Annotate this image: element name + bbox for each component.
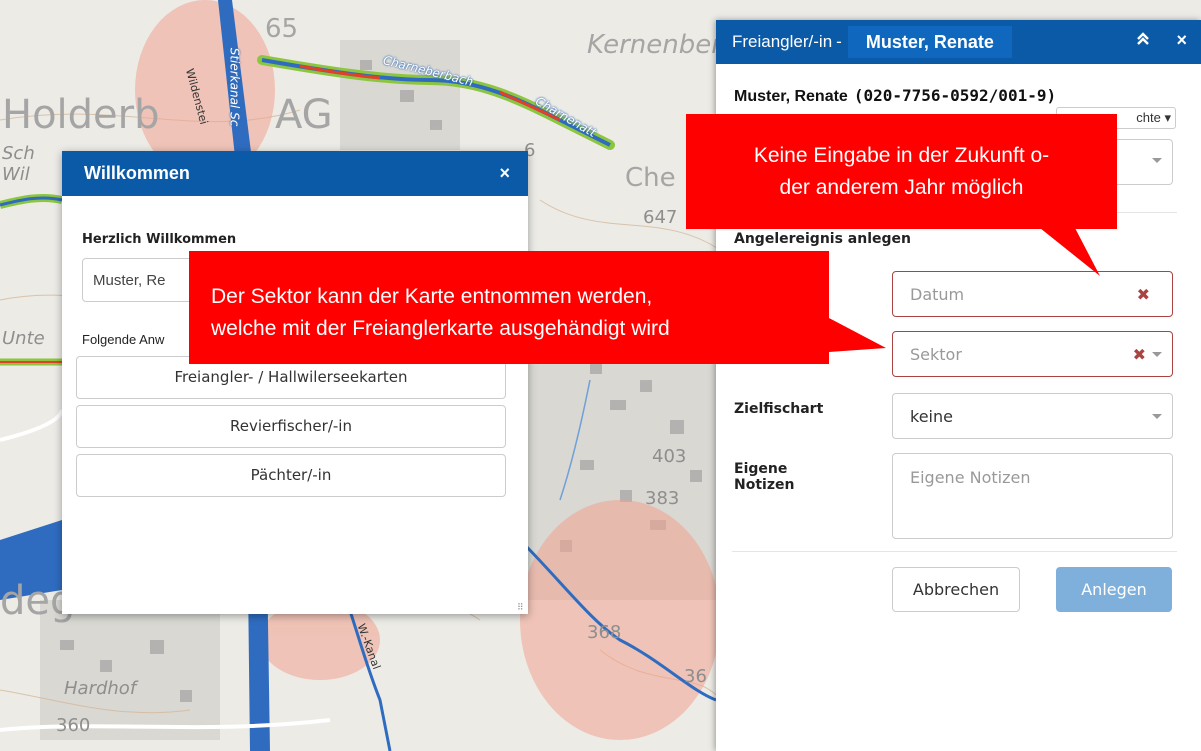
cancel-button[interactable]: Abbrechen <box>892 567 1020 612</box>
map-label-65: 65 <box>265 14 299 44</box>
callout-date-restriction: Keine Eingabe in der Zukunft o- der ande… <box>686 114 1117 229</box>
map-label-383: 383 <box>645 488 680 509</box>
welcome-dialog-title: Willkommen <box>84 163 190 183</box>
error-clear-icon[interactable]: ✖ <box>1133 345 1146 364</box>
map-label-368: 368 <box>587 622 622 643</box>
map-label-647: 647 <box>643 207 678 228</box>
user-info: Muster, Renate (020-7756-0592/001-9) <box>734 86 1056 106</box>
notes-textarea[interactable]: Eigene Notizen <box>892 453 1173 539</box>
callout-date-line1: Keine Eingabe in der Zukunft o- <box>753 144 1050 167</box>
resize-grip-icon[interactable]: ⠿ <box>517 603 525 612</box>
collapse-icon[interactable] <box>1135 31 1151 52</box>
panel-user-chip: Muster, Renate <box>847 26 1012 58</box>
map-label-ag: AG <box>275 92 333 138</box>
divider <box>732 551 1177 552</box>
map-label-403: 403 <box>652 446 687 467</box>
map-label-36: 36 <box>684 666 707 687</box>
greeting-label: Herzlich Willkommen <box>82 232 237 247</box>
notes-placeholder: Eigene Notizen <box>910 468 1031 487</box>
notes-label: Eigene Notizen <box>734 461 794 493</box>
paechter-button[interactable]: Pächter/-in <box>76 454 506 497</box>
map-label-hardhof: Hardhof <box>64 678 137 699</box>
map-label-holderbank: Holderb <box>2 92 160 138</box>
map-label-sch: Sch <box>2 143 35 164</box>
user-id: (020-7756-0592/001-9) <box>853 86 1057 105</box>
map-label-che: Che <box>625 163 676 193</box>
callout-sector-line1: Der Sektor kann der Karte entnommen werd… <box>211 285 653 308</box>
error-clear-icon[interactable]: ✖ <box>1137 285 1150 304</box>
callout-date-line2: der anderem Jahr möglich <box>779 176 1024 199</box>
chevron-down-icon <box>1152 352 1162 357</box>
panel-title-separator: - <box>836 32 842 51</box>
map-label-unte: Unte <box>2 328 45 349</box>
target-fish-label: Zielfischart <box>734 401 824 417</box>
panel-title: Freiangler/-in <box>732 32 833 51</box>
notes-label-line1: Eigene <box>734 461 788 477</box>
sector-select[interactable]: Sektor ✖ <box>892 331 1173 377</box>
date-placeholder: Datum <box>910 284 965 304</box>
notes-label-line2: Notizen <box>734 477 795 493</box>
callout-sector-hint: Der Sektor kann der Karte entnommen werd… <box>189 251 829 364</box>
welcome-dialog-header: Willkommen × <box>62 151 528 196</box>
target-fish-select[interactable]: keine <box>892 393 1173 439</box>
close-icon[interactable]: × <box>499 163 510 184</box>
chevron-down-icon <box>1152 414 1162 419</box>
map-label-stierkanal: Stierkanal Sc <box>227 47 242 127</box>
user-name: Muster, Renate <box>734 88 848 105</box>
welcome-dialog: Willkommen × Herzlich Willkommen Muster,… <box>62 151 528 614</box>
panel-header: Freiangler/-in - Muster, Renate × <box>716 20 1201 64</box>
callout-sector-line2: welche mit der Freianglerkarte ausgehänd… <box>211 317 670 340</box>
sector-placeholder: Sektor <box>910 344 962 364</box>
chevron-down-icon <box>1152 158 1162 163</box>
map-label-360: 360 <box>56 715 91 736</box>
create-button[interactable]: Anlegen <box>1056 567 1172 612</box>
map-label-wil: Wil <box>2 164 30 185</box>
section-title: Angelereignis anlegen <box>734 231 911 247</box>
revierfischer-button[interactable]: Revierfischer/-in <box>76 405 506 448</box>
close-icon[interactable]: × <box>1176 30 1187 51</box>
target-fish-value: keine <box>910 406 953 426</box>
date-input[interactable]: Datum ✖ <box>892 271 1173 317</box>
